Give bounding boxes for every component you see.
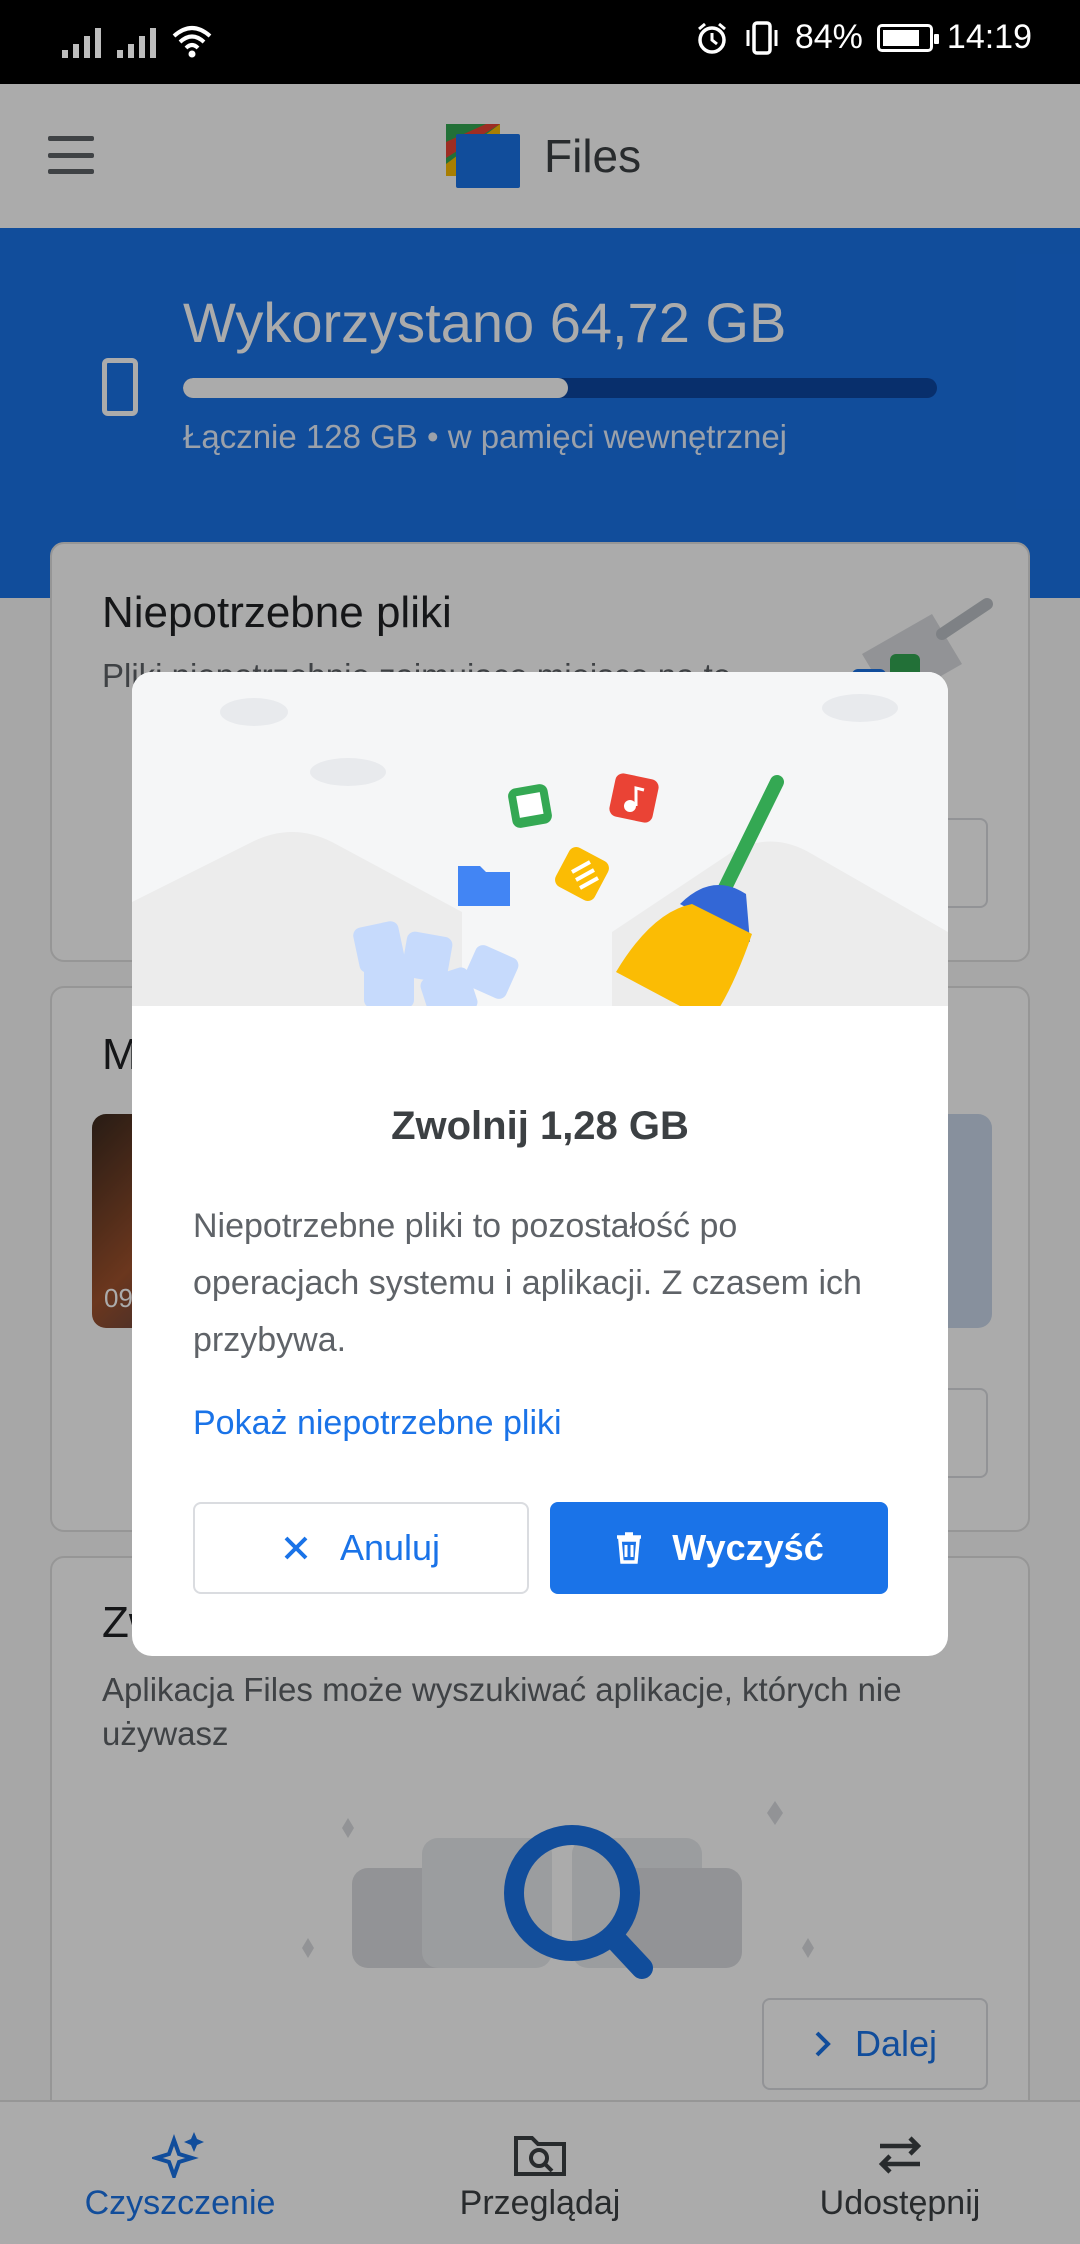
signal-group bbox=[62, 24, 212, 58]
alarm-icon bbox=[697, 22, 726, 54]
battery-percent: 84% bbox=[794, 18, 863, 56]
free-space-dialog: Zwolnij 1,28 GB Niepotrzebne pliki to po… bbox=[132, 672, 948, 1656]
dialog-body: Niepotrzebne pliki to pozostałość po ope… bbox=[193, 1207, 862, 1359]
clear-button[interactable]: Wyczyść bbox=[550, 1502, 888, 1594]
signal-icon bbox=[62, 24, 101, 58]
vibrate-icon bbox=[746, 20, 778, 55]
dialog-title: Zwolnij 1,28 GB bbox=[391, 1104, 689, 1148]
wifi-icon bbox=[172, 26, 212, 58]
status-bar: 84% 14:19 bbox=[0, 0, 1080, 84]
battery-icon bbox=[876, 23, 939, 52]
status-right: 84% 14:19 bbox=[695, 18, 1032, 57]
signal-icon bbox=[117, 24, 156, 58]
show-junk-files-link[interactable]: Pokaż niepotrzebne pliki bbox=[193, 1404, 562, 1443]
trash-icon bbox=[617, 1532, 642, 1564]
cancel-button[interactable]: Anuluj bbox=[193, 1502, 529, 1594]
clear-button-label: Wyczyść bbox=[672, 1527, 824, 1568]
broom-cleaning-illustration bbox=[132, 672, 948, 1006]
cancel-button-label: Anuluj bbox=[339, 1527, 441, 1568]
close-icon bbox=[284, 1536, 308, 1560]
clock: 14:19 bbox=[946, 18, 1032, 56]
